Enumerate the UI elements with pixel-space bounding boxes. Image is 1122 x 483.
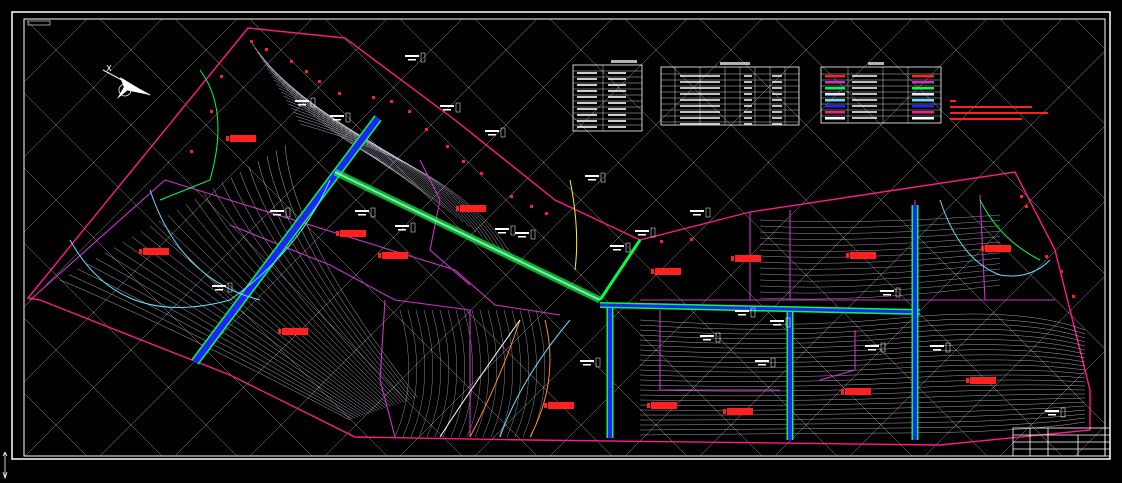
ucs-axis-icon <box>2 451 8 480</box>
cad-drawing-canvas[interactable] <box>0 0 1122 483</box>
canvas-background <box>0 0 1122 483</box>
